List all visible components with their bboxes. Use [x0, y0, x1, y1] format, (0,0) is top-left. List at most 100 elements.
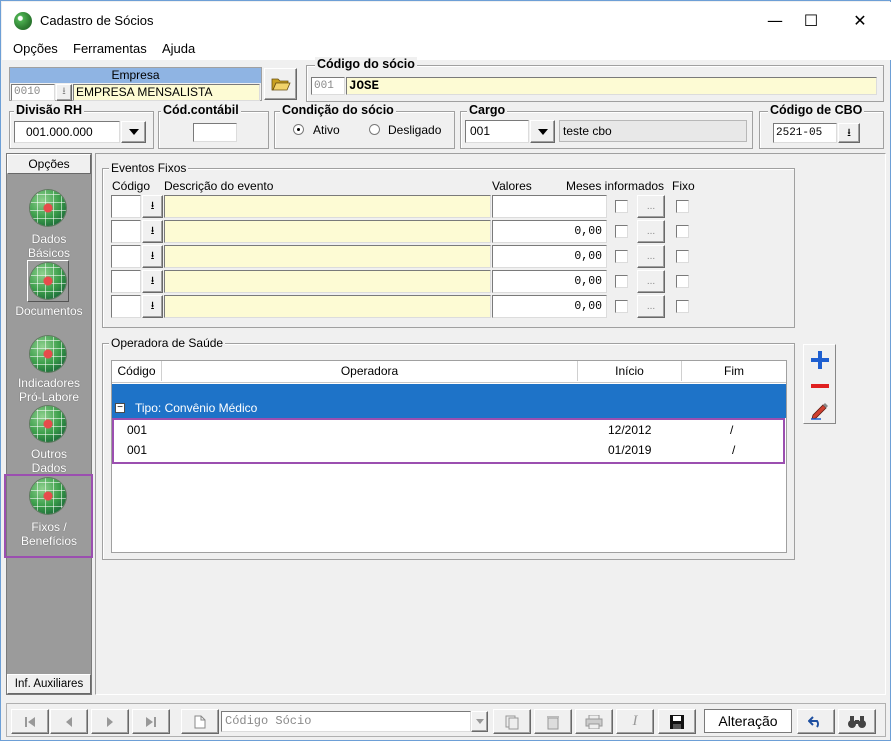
operadora-group: Operadora de Saúde Código Operadora Iníc… — [102, 336, 795, 560]
indicadores-icon[interactable] — [30, 336, 66, 372]
evento-meses-button[interactable]: ... — [637, 220, 665, 243]
col-op-codigo[interactable]: Código — [112, 361, 162, 381]
cbo-group: Código de CBO 2521-05 ⭳ — [759, 103, 884, 149]
radio-desligado[interactable] — [369, 124, 380, 135]
col-fixo-header: Fixo — [672, 179, 695, 193]
table-row[interactable]: 001 12/2012 / — [114, 420, 783, 441]
collapse-minus-icon[interactable]: − — [115, 403, 125, 413]
open-folder-button[interactable] — [264, 68, 297, 100]
evento-valor-field[interactable]: 0,00 — [492, 270, 607, 293]
bottom-toolbar: Código Sócio I Alteração — [6, 703, 886, 737]
sidebar-item-documentos[interactable]: Documentos — [7, 304, 91, 318]
sidebar-header: Opções — [7, 154, 91, 174]
evento-codigo-field[interactable] — [111, 295, 141, 318]
undo-button[interactable] — [797, 709, 835, 734]
evento-fixo-checkbox[interactable] — [676, 200, 689, 213]
op-row-fim: / — [732, 443, 736, 457]
dados-basicos-icon[interactable] — [30, 190, 66, 226]
col-op-operadora[interactable]: Operadora — [162, 361, 578, 381]
evento-codigo-field[interactable] — [111, 220, 141, 243]
sidebar-item-dados-basicos[interactable]: Dados Básicos — [7, 232, 91, 260]
add-operadora-button[interactable] — [809, 349, 831, 371]
prev-icon — [66, 716, 72, 727]
group-row-convenio[interactable]: − Tipo: Convênio Médico — [112, 398, 786, 418]
evento-valor-field[interactable] — [492, 195, 607, 218]
documentos-icon-frame[interactable] — [27, 260, 69, 302]
cod-contabil-field[interactable] — [193, 123, 237, 142]
evento-lookup-icon[interactable]: ⭳ — [142, 245, 163, 268]
next-record-button[interactable] — [91, 709, 129, 734]
menu-opcoes[interactable]: Opções — [13, 41, 58, 56]
condicao-group: Condição do sócio Ativo Desligado — [274, 103, 455, 149]
sidebar-item-outros-dados[interactable]: Outros Dados — [7, 447, 91, 475]
first-record-button[interactable] — [11, 709, 49, 734]
evento-meses-checkbox[interactable] — [615, 225, 628, 238]
evento-fixo-checkbox[interactable] — [676, 275, 689, 288]
cbo-lookup-icon[interactable]: ⭳ — [838, 123, 860, 143]
outros-dados-icon[interactable] — [30, 406, 66, 442]
evento-fixo-checkbox[interactable] — [676, 300, 689, 313]
socio-name-field: JOSE — [346, 77, 877, 95]
evento-meses-button[interactable]: ... — [637, 270, 665, 293]
divisao-select[interactable]: 001.000.000 — [14, 121, 120, 143]
cargo-dropdown-button[interactable] — [530, 120, 555, 143]
col-op-fim[interactable]: Fim — [682, 361, 786, 381]
evento-meses-checkbox[interactable] — [615, 300, 628, 313]
cbo-field[interactable]: 2521-05 — [773, 123, 837, 143]
sidebar-item-inf-auxiliares[interactable]: Inf. Auxiliares — [7, 674, 91, 694]
copy-button[interactable] — [493, 709, 531, 734]
evento-lookup-icon[interactable]: ⭳ — [142, 195, 163, 218]
close-button[interactable]: ✕ — [837, 3, 883, 37]
search-dropdown-button[interactable] — [471, 711, 488, 732]
sidebar-item-indicadores[interactable]: Indicadores Pró-Labore — [7, 376, 91, 404]
empresa-lookup-icon[interactable]: ⭳ — [56, 84, 72, 101]
radio-ativo[interactable] — [293, 124, 304, 135]
operadora-actions — [803, 344, 836, 424]
menu-ajuda[interactable]: Ajuda — [162, 41, 195, 56]
window-title: Cadastro de Sócios — [40, 13, 154, 28]
evento-codigo-field[interactable] — [111, 245, 141, 268]
menu-ferramentas[interactable]: Ferramentas — [73, 41, 147, 56]
evento-fixo-checkbox[interactable] — [676, 250, 689, 263]
evento-fixo-checkbox[interactable] — [676, 225, 689, 238]
evento-meses-checkbox[interactable] — [615, 275, 628, 288]
evento-lookup-icon[interactable]: ⭳ — [142, 220, 163, 243]
op-row-codigo: 001 — [127, 443, 148, 457]
delete-button[interactable] — [534, 709, 572, 734]
edit-operadora-button[interactable] — [809, 399, 831, 421]
evento-codigo-field[interactable] — [111, 195, 141, 218]
evento-meses-button[interactable]: ... — [637, 245, 665, 268]
italic-info-button[interactable]: I — [616, 709, 654, 734]
search-codigo-socio-input[interactable]: Código Sócio — [221, 711, 471, 732]
maximize-button[interactable]: ☐ — [788, 3, 834, 37]
print-button[interactable] — [575, 709, 613, 734]
last-record-button[interactable] — [132, 709, 170, 734]
table-row[interactable]: 001 01/2019 / — [114, 441, 783, 462]
evento-meses-checkbox[interactable] — [615, 250, 628, 263]
chevron-down-icon — [537, 128, 548, 135]
evento-valor-field[interactable]: 0,00 — [492, 295, 607, 318]
evento-meses-button[interactable]: ... — [637, 295, 665, 318]
prev-record-button[interactable] — [50, 709, 88, 734]
evento-valor-field[interactable]: 0,00 — [492, 220, 607, 243]
evento-lookup-icon[interactable]: ⭳ — [142, 270, 163, 293]
remove-operadora-button[interactable] — [809, 375, 831, 397]
sidebar-item-fixos-beneficios[interactable]: Fixos / Benefícios — [7, 520, 91, 548]
col-codigo-header: Código — [112, 179, 151, 193]
evento-lookup-icon[interactable]: ⭳ — [142, 295, 163, 318]
socio-code-field[interactable]: 001 — [311, 77, 345, 95]
evento-meses-button[interactable]: ... — [637, 195, 665, 218]
col-op-inicio[interactable]: Início — [578, 361, 682, 381]
evento-meses-checkbox[interactable] — [615, 200, 628, 213]
cargo-code-field[interactable]: 001 — [465, 120, 529, 143]
fixos-beneficios-icon[interactable] — [30, 478, 66, 514]
empresa-code-field[interactable]: 0010 — [11, 84, 55, 101]
documentos-icon — [30, 263, 66, 299]
evento-codigo-field[interactable] — [111, 270, 141, 293]
divisao-dropdown-button[interactable] — [121, 121, 146, 143]
evento-descricao-field — [164, 245, 491, 268]
find-binoculars-button[interactable] — [838, 709, 876, 734]
evento-valor-field[interactable]: 0,00 — [492, 245, 607, 268]
new-document-button[interactable] — [181, 709, 219, 734]
save-button[interactable] — [658, 709, 696, 734]
